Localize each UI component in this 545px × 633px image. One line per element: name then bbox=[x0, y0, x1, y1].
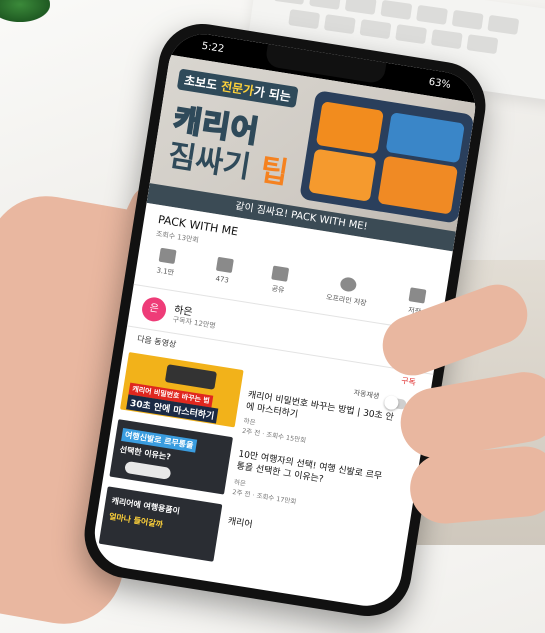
key bbox=[487, 14, 520, 35]
like-count: 3.1만 bbox=[155, 266, 175, 277]
download-label: 오프라인 저장 bbox=[325, 293, 368, 308]
item-channel: 하은 bbox=[233, 478, 247, 488]
shoe-image bbox=[124, 460, 172, 480]
key bbox=[451, 9, 484, 30]
key bbox=[288, 9, 321, 30]
key bbox=[395, 24, 428, 45]
dislike-count: 473 bbox=[214, 274, 230, 285]
item-stats: 2주 전 · 조회수 17만회 bbox=[231, 487, 297, 506]
combination-lock bbox=[164, 364, 218, 390]
thumbs-up-icon bbox=[158, 247, 177, 265]
orange-packing-cube bbox=[315, 101, 384, 155]
plant-leaves bbox=[0, 0, 50, 22]
thumbnail-bottom-text: 얼마나 들어갈까 bbox=[108, 511, 164, 530]
headline-main: 짐싸기 bbox=[165, 137, 264, 188]
key bbox=[273, 0, 306, 5]
blue-packing-cube bbox=[385, 112, 465, 164]
thumbnail-headline-2: 짐싸기 팁 bbox=[165, 130, 291, 192]
battery-level: 63% bbox=[427, 76, 452, 91]
share-label: 공유 bbox=[271, 284, 285, 295]
download-icon bbox=[339, 276, 358, 293]
video-thumbnail[interactable]: 캐리어 비밀번호 바꾸는 법 30초 안에 마스터하기 bbox=[120, 352, 244, 428]
banner-highlight: 전문가 bbox=[220, 79, 255, 99]
suitcase bbox=[299, 90, 475, 224]
orange-packing-cube bbox=[377, 155, 459, 215]
banner-text: 초보도 bbox=[183, 73, 223, 94]
channel-avatar[interactable]: 은 bbox=[140, 295, 168, 324]
banner-text-end: 가 되는 bbox=[252, 84, 292, 105]
key bbox=[309, 0, 342, 10]
headline-accent: 팁 bbox=[257, 152, 291, 192]
status-time: 5:22 bbox=[200, 40, 225, 56]
key bbox=[380, 0, 413, 20]
subscribe-button[interactable]: 구독 bbox=[400, 375, 417, 388]
key bbox=[430, 29, 463, 50]
like-button[interactable]: 3.1만 bbox=[154, 242, 179, 290]
key bbox=[344, 0, 377, 15]
item-channel: 하은 bbox=[243, 416, 257, 427]
up-next-heading: 다음 동영상 bbox=[136, 334, 177, 350]
share-button[interactable]: 공유 bbox=[267, 260, 290, 308]
subscriber-count: 구독자 12만명 bbox=[172, 315, 217, 331]
thumbs-down-icon bbox=[215, 256, 234, 274]
key bbox=[359, 19, 392, 40]
key bbox=[323, 14, 356, 35]
download-button[interactable]: 오프라인 저장 bbox=[323, 269, 371, 321]
autoplay-label: 자동재생 bbox=[353, 388, 380, 401]
add-to-playlist-icon bbox=[408, 287, 427, 304]
share-icon bbox=[271, 265, 290, 282]
dislike-button[interactable]: 473 bbox=[211, 251, 234, 299]
key bbox=[416, 4, 448, 25]
orange-packing-cube bbox=[308, 148, 377, 202]
key bbox=[466, 34, 499, 55]
